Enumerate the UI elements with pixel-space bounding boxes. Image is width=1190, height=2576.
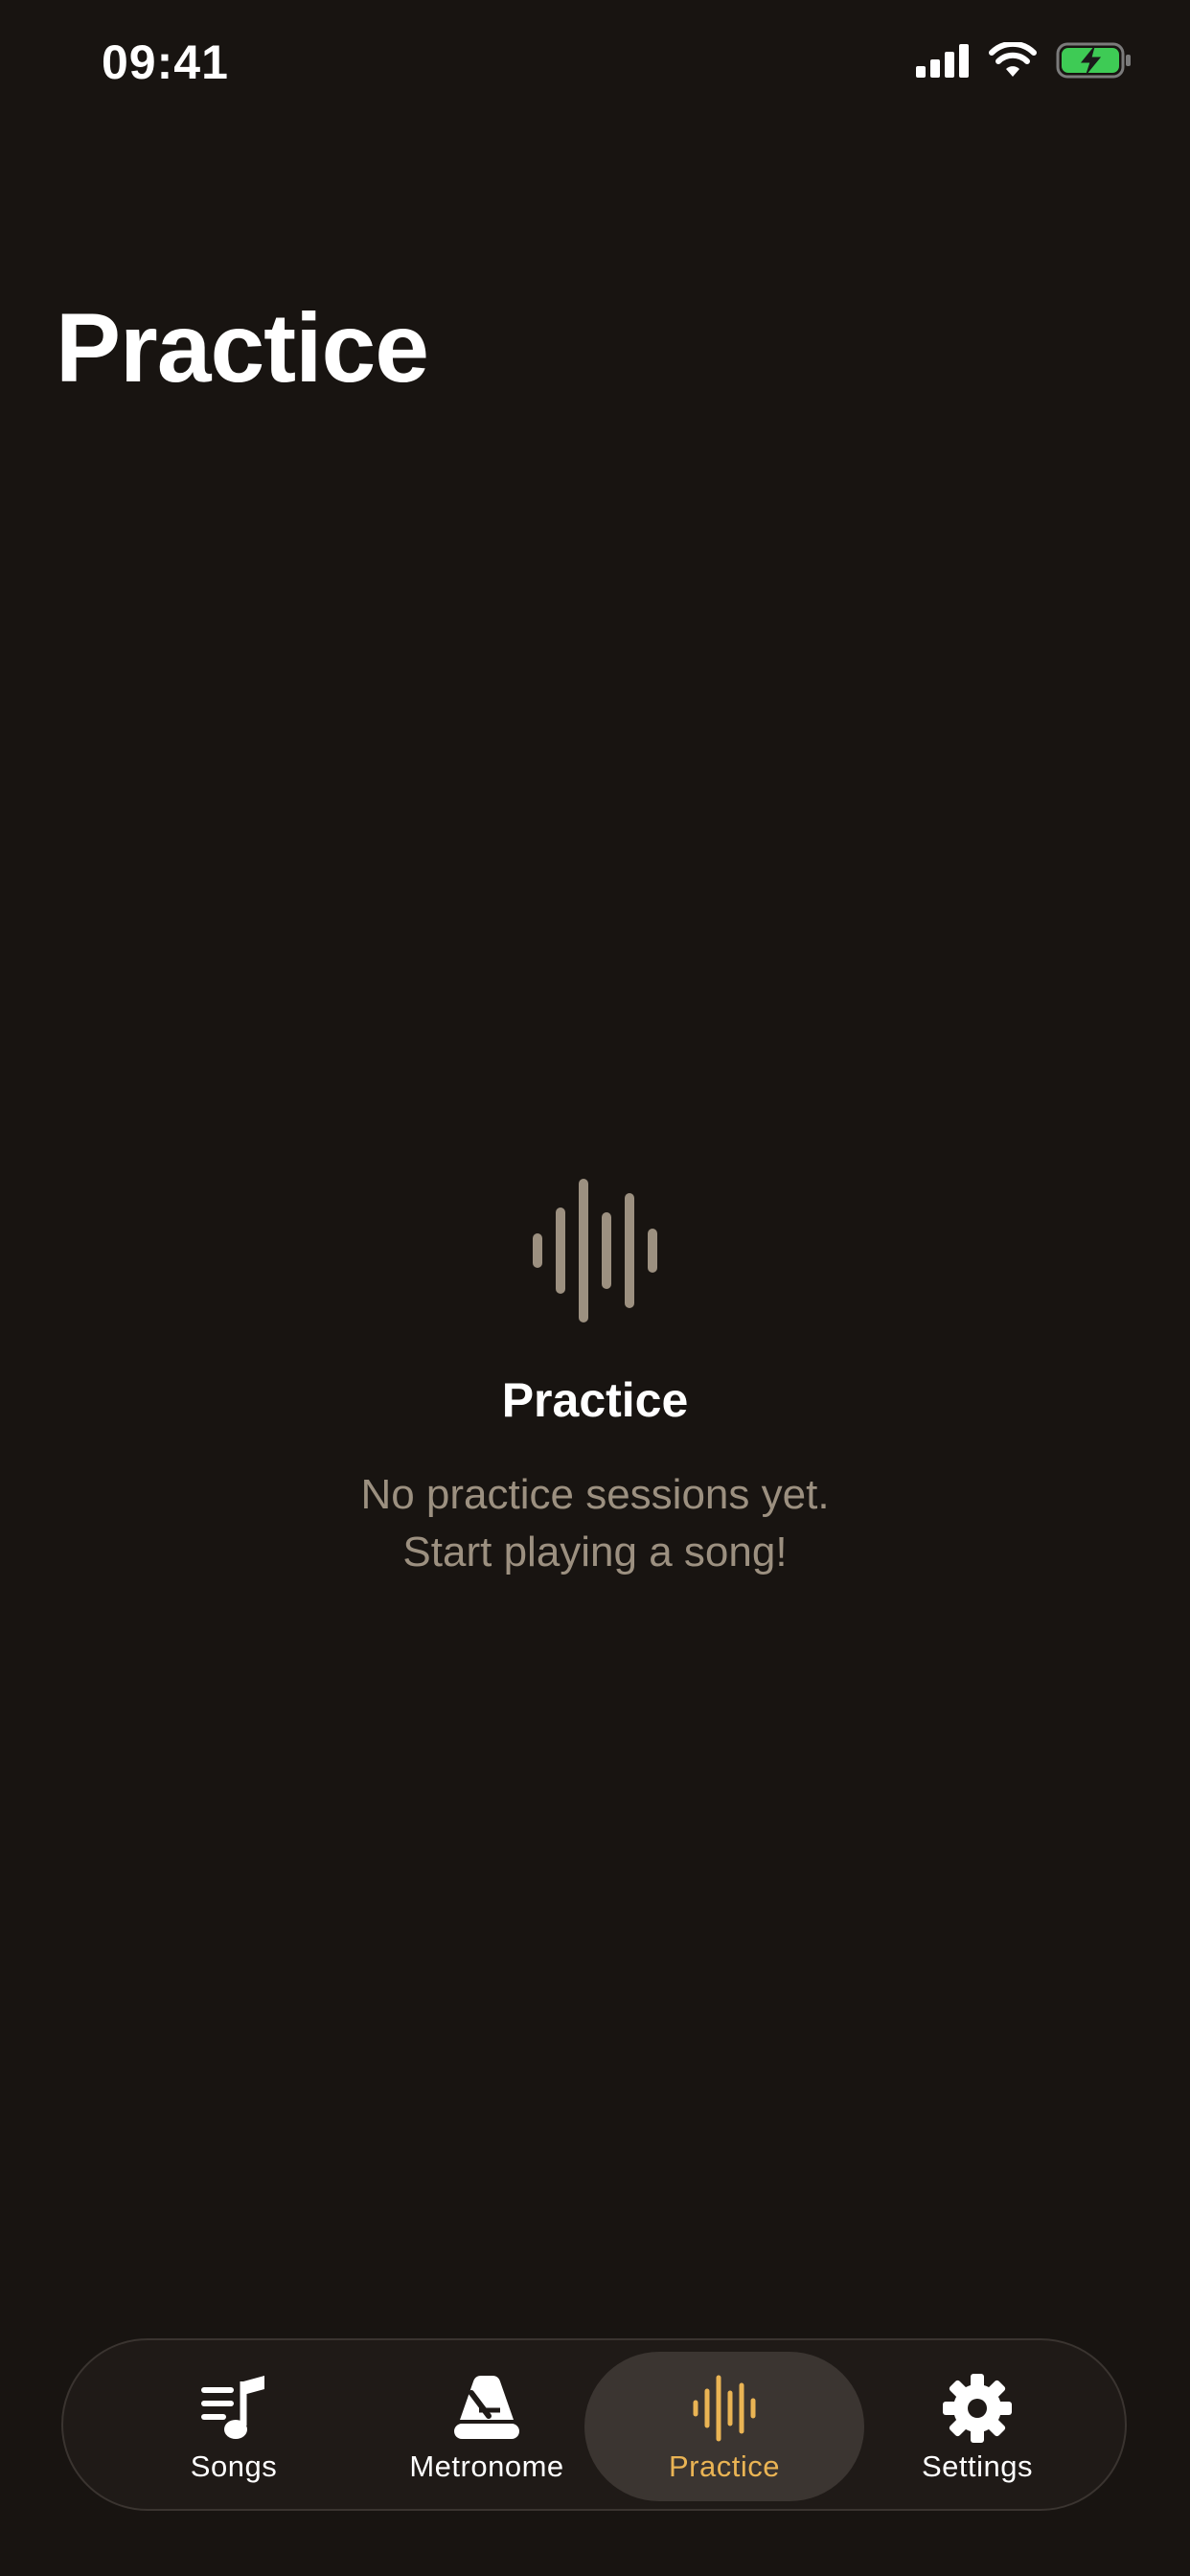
tab-practice-label: Practice	[669, 2450, 780, 2483]
tab-settings[interactable]: Settings	[837, 2352, 1117, 2501]
gear-icon	[943, 2374, 1012, 2443]
tab-songs[interactable]: Songs	[94, 2352, 374, 2501]
page-title: Practice	[56, 293, 429, 402]
tab-practice[interactable]: Practice	[584, 2352, 864, 2501]
music-list-icon	[201, 2376, 264, 2439]
empty-state: Practice No practice sessions yet. Start…	[0, 1179, 1190, 1581]
tab-songs-label: Songs	[190, 2450, 278, 2483]
tab-settings-label: Settings	[921, 2450, 1033, 2483]
status-time: 09:41	[102, 35, 229, 89]
battery-charging-icon	[1056, 42, 1131, 79]
waveform-icon	[533, 1179, 657, 1322]
empty-state-title: Practice	[501, 1373, 689, 1427]
cellular-signal-icon	[916, 44, 969, 78]
metronome-icon	[454, 2376, 519, 2439]
status-bar: 09:41	[0, 0, 1190, 134]
waveform-icon	[693, 2375, 756, 2442]
empty-state-message-line1: No practice sessions yet.	[360, 1471, 830, 1518]
status-icons	[916, 42, 1133, 79]
tab-bar: Songs Metronome Practice Settings	[61, 2338, 1127, 2511]
empty-state-message: No practice sessions yet. Start playing …	[0, 1466, 1190, 1581]
empty-state-message-line2: Start playing a song!	[402, 1529, 788, 1576]
wifi-icon	[989, 42, 1037, 77]
